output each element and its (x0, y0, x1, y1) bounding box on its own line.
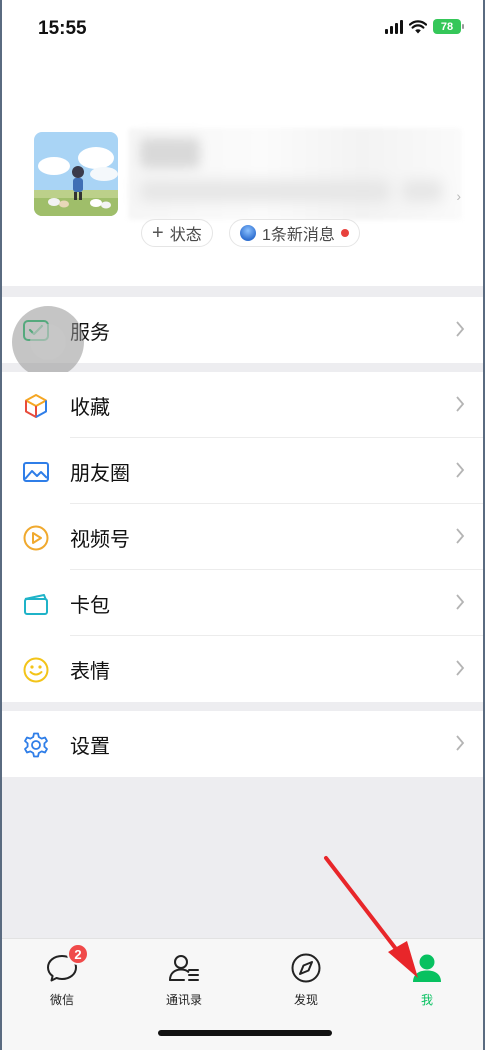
tab-label: 微信 (49, 993, 74, 1007)
menu-item-label: 朋友圈 (70, 462, 130, 485)
tab-label: 发现 (293, 993, 318, 1007)
chevron-right-icon (456, 396, 465, 412)
channels-play-icon (22, 524, 50, 552)
profile-info-blurred[interactable] (128, 128, 462, 220)
add-status-button[interactable]: + 状态 (141, 219, 213, 247)
menu-item-favorites[interactable]: 收藏 (2, 372, 483, 438)
menu-item-settings[interactable]: 设置 (2, 711, 483, 777)
settings-gear-icon (22, 731, 50, 759)
new-messages-label: 1条新消息 (262, 227, 335, 244)
wifi-icon (409, 19, 427, 33)
menu-item-label: 设置 (70, 735, 110, 758)
menu-item-channels[interactable]: 视频号 (2, 504, 483, 570)
menu-group-settings: 设置 (2, 711, 483, 777)
chat-bubble-icon: 2 (45, 943, 89, 985)
tab-discover[interactable]: 发现 (266, 951, 346, 1008)
unread-dot (340, 229, 349, 237)
tab-chats[interactable]: 2 微信 (22, 943, 102, 1008)
discover-compass-icon (289, 951, 323, 985)
home-indicator (158, 1030, 332, 1036)
cellular-signal-icon (385, 19, 403, 34)
tab-contacts[interactable]: 通讯录 (144, 951, 224, 1008)
menu-item-label: 表情 (70, 660, 110, 683)
status-avatar-icon (240, 225, 256, 241)
chevron-right-icon (456, 660, 465, 676)
menu-item-moments[interactable]: 朋友圈 (2, 438, 483, 504)
favorites-cube-icon (22, 392, 50, 420)
profile-chevron-icon: › (456, 188, 461, 204)
battery-level: 78 (440, 20, 454, 33)
profile-header[interactable]: › + 状态 1条新消息 (2, 60, 483, 286)
tab-label: 我 (420, 993, 433, 1007)
unread-badge: 2 (67, 943, 89, 965)
menu-group-main: 收藏 朋友圈 视频号 卡包 表情 (2, 372, 483, 702)
wechat-me-screen: 15:55 78 › + 状态 1条新消息 服务 收藏 朋友圈 视频号 卡包 表… (0, 0, 485, 1050)
bottom-tab-bar: 2 微信 通讯录 发现 我 (2, 938, 483, 1050)
menu-item-label: 收藏 (70, 396, 110, 419)
new-messages-button[interactable]: 1条新消息 (229, 219, 360, 247)
chevron-right-icon (456, 321, 465, 337)
chevron-right-icon (456, 462, 465, 478)
plus-icon: + (152, 222, 164, 244)
menu-item-stickers[interactable]: 表情 (2, 636, 483, 702)
chevron-right-icon (456, 594, 465, 610)
moments-image-icon (22, 458, 50, 486)
tab-label: 通讯录 (165, 993, 202, 1007)
avatar[interactable] (34, 132, 118, 216)
contacts-icon (167, 951, 201, 985)
touch-indicator (12, 306, 84, 378)
chevron-right-icon (456, 735, 465, 751)
status-label: 状态 (169, 227, 202, 244)
menu-item-label: 视频号 (70, 528, 130, 551)
status-time: 15:55 (38, 18, 87, 39)
menu-item-card-wallet[interactable]: 卡包 (2, 570, 483, 636)
menu-item-label: 卡包 (70, 594, 110, 617)
status-bar: 15:55 78 (2, 0, 483, 60)
battery-icon: 78 (433, 19, 464, 34)
chevron-right-icon (456, 528, 465, 544)
me-person-icon (410, 951, 444, 985)
status-icons: 78 (385, 19, 464, 34)
tab-me[interactable]: 我 (387, 951, 467, 1008)
card-wallet-icon (22, 590, 50, 618)
sticker-smile-icon (22, 656, 50, 684)
